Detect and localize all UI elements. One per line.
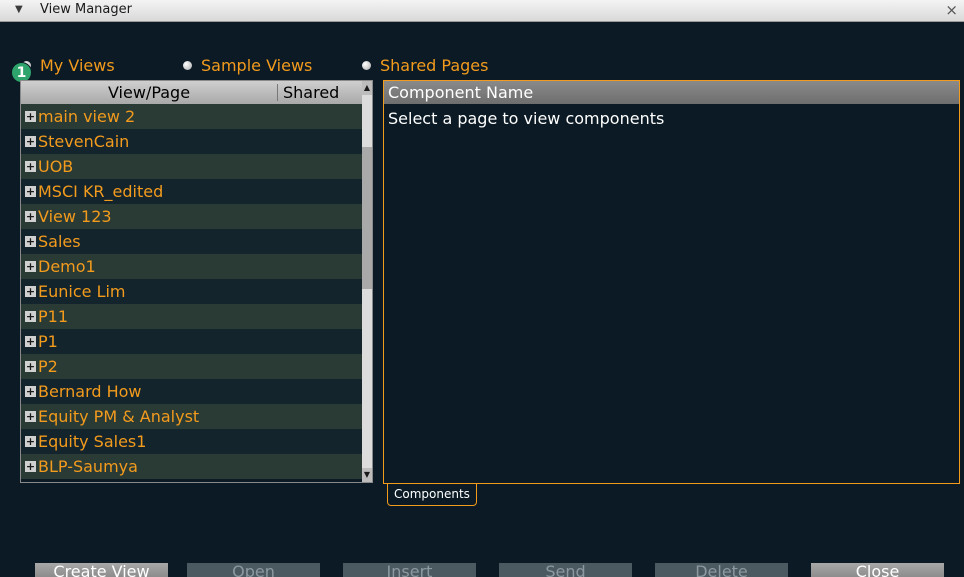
tree-item-label: Sales	[38, 232, 81, 251]
tree-item[interactable]: + View 123	[21, 204, 362, 229]
components-empty-message: Select a page to view components	[388, 109, 665, 128]
window-menu-icon[interactable]: ▼	[15, 4, 23, 15]
tree-item[interactable]: + Demo1	[21, 254, 362, 279]
expand-icon[interactable]: +	[25, 236, 36, 247]
tree-item-label: Equity Sales1	[38, 432, 147, 451]
tree-item[interactable]: + StevenCain	[21, 129, 362, 154]
radio-label: Sample Views	[201, 56, 313, 75]
tree-item[interactable]: + Equity PM & Analyst	[21, 404, 362, 429]
radio-label: My Views	[40, 56, 115, 75]
expand-icon[interactable]: +	[25, 461, 36, 472]
components-header: Component Name	[384, 81, 959, 104]
tree-item[interactable]: + MSCI KR_edited	[21, 179, 362, 204]
tab-components[interactable]: Components	[387, 484, 477, 506]
column-divider[interactable]	[277, 84, 278, 101]
expand-icon[interactable]: +	[25, 386, 36, 397]
view-manager-window: ▼ View Manager × My Views Sample Views S…	[0, 0, 964, 577]
view-mode-radio-group: My Views Sample Views Shared Pages	[0, 56, 964, 78]
expand-icon[interactable]: +	[25, 361, 36, 372]
tree-item[interactable]: + Equity Sales1	[21, 429, 362, 454]
column-header-component-name[interactable]: Component Name	[388, 83, 533, 102]
tree-item-label: StevenCain	[38, 132, 130, 151]
expand-icon[interactable]: +	[25, 336, 36, 347]
expand-icon[interactable]: +	[25, 261, 36, 272]
expand-icon[interactable]: +	[25, 211, 36, 222]
expand-icon[interactable]: +	[25, 436, 36, 447]
column-header-view-page[interactable]: View/Page	[21, 83, 277, 102]
tree-item-label: P2	[38, 357, 58, 376]
create-view-button[interactable]: Create View	[35, 563, 168, 577]
tree-item[interactable]: + P2	[21, 354, 362, 379]
tree-item-label: P1	[38, 332, 58, 351]
tree-item-label: Demo1	[38, 257, 96, 276]
close-button[interactable]: Close	[811, 563, 944, 577]
window-title: View Manager	[40, 2, 132, 17]
expand-icon[interactable]: +	[25, 111, 36, 122]
tree-item[interactable]: + Sales	[21, 229, 362, 254]
radio-dot-icon	[362, 61, 371, 70]
delete-button[interactable]: Delete	[655, 563, 788, 577]
tree-item[interactable]: + main view 2	[21, 104, 362, 129]
expand-icon[interactable]: +	[25, 186, 36, 197]
tree-item-label: main view 2	[38, 107, 136, 126]
column-header-shared[interactable]: Shared	[283, 83, 339, 102]
insert-button[interactable]: Insert	[343, 563, 476, 577]
send-button[interactable]: Send	[499, 563, 632, 577]
expand-icon[interactable]: +	[25, 311, 36, 322]
expand-icon[interactable]: +	[25, 161, 36, 172]
tree-item[interactable]: + UOB	[21, 154, 362, 179]
tree-item[interactable]: + Eunice Lim	[21, 279, 362, 304]
tree-item-label: UOB	[38, 157, 74, 176]
tree-header: View/Page Shared	[21, 81, 362, 104]
close-icon[interactable]: ×	[945, 1, 958, 19]
panel-resize-handle[interactable]	[370, 207, 374, 229]
tree-item[interactable]: + Bernard How	[21, 379, 362, 404]
scroll-up-arrow-icon[interactable]: ▲	[362, 81, 372, 95]
radio-dot-icon	[183, 61, 192, 70]
components-panel: Component Name Select a page to view com…	[383, 80, 960, 484]
tree-item-label: Equity PM & Analyst	[38, 407, 200, 426]
title-bar: ▼ View Manager ×	[0, 0, 964, 22]
tree-item-label: BLP-Saumya	[38, 457, 138, 476]
views-tree-list: + main view 2 + StevenCain + UOB + MSCI KR_e…	[21, 104, 362, 482]
radio-label: Shared Pages	[380, 56, 489, 75]
expand-icon[interactable]: +	[25, 286, 36, 297]
tree-item-label: Eunice Lim	[38, 282, 126, 301]
radio-shared-pages[interactable]: Shared Pages	[362, 56, 488, 75]
tree-item-label: Bernard How	[38, 382, 142, 401]
tree-item[interactable]: + BLP-Saumya	[21, 454, 362, 479]
scroll-down-arrow-icon[interactable]: ▼	[362, 468, 372, 482]
radio-my-views[interactable]: My Views	[22, 56, 115, 75]
expand-icon[interactable]: +	[25, 411, 36, 422]
tree-item-label: MSCI KR_edited	[38, 182, 164, 201]
tree-scrollbar[interactable]: ▲ ▼	[362, 81, 372, 482]
tree-item-label: P11	[38, 307, 69, 326]
tree-item[interactable]: + P11	[21, 304, 362, 329]
radio-sample-views[interactable]: Sample Views	[183, 56, 312, 75]
tree-item-label: View 123	[38, 207, 112, 226]
open-button[interactable]: Open	[187, 563, 320, 577]
tree-item[interactable]: + P1	[21, 329, 362, 354]
expand-icon[interactable]: +	[25, 136, 36, 147]
views-tree-panel: View/Page Shared + main view 2 + StevenCai…	[20, 80, 373, 483]
